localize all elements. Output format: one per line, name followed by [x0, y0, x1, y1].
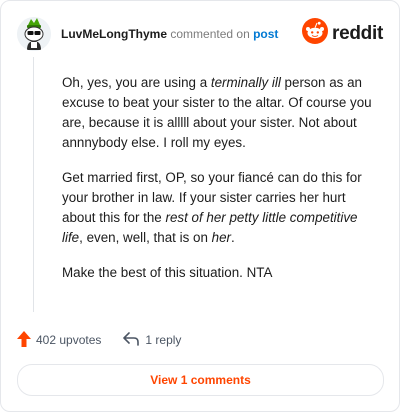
reddit-brand[interactable]: reddit [302, 18, 383, 49]
comment-paragraph-1: Oh, yes, you are using a terminally ill … [62, 75, 372, 150]
reply-arrow-icon [123, 331, 140, 349]
view-comments-button[interactable]: View 1 comments [17, 364, 384, 396]
comment-body: Oh, yes, you are using a terminally ill … [62, 73, 372, 298]
upvote-count: 402 upvotes [36, 333, 102, 347]
thread-line [33, 57, 34, 312]
comment-card: LuvMeLongThyme commented on post reddit [0, 0, 400, 412]
snoo-avatar-icon[interactable] [17, 17, 51, 51]
upvote-button[interactable]: 402 upvotes [17, 330, 102, 350]
reddit-logo-icon [302, 18, 329, 49]
comment-header: LuvMeLongThyme commented on post reddit [17, 17, 383, 51]
comment-paragraph-2: Get married first, OP, so your fiancé ca… [62, 170, 362, 245]
comment-actions: 402 upvotes 1 reply [17, 330, 182, 350]
upvote-arrow-icon [17, 330, 31, 350]
post-link[interactable]: post [253, 27, 278, 41]
reply-button[interactable]: 1 reply [123, 331, 182, 349]
action-text: commented on [170, 27, 250, 41]
username[interactable]: LuvMeLongThyme [61, 27, 167, 41]
reply-count: 1 reply [145, 333, 182, 347]
reddit-wordmark: reddit [332, 22, 383, 44]
comment-paragraph-3: Make the best of this situation. NTA [62, 265, 273, 280]
comment-meta: LuvMeLongThyme commented on post [61, 27, 278, 41]
